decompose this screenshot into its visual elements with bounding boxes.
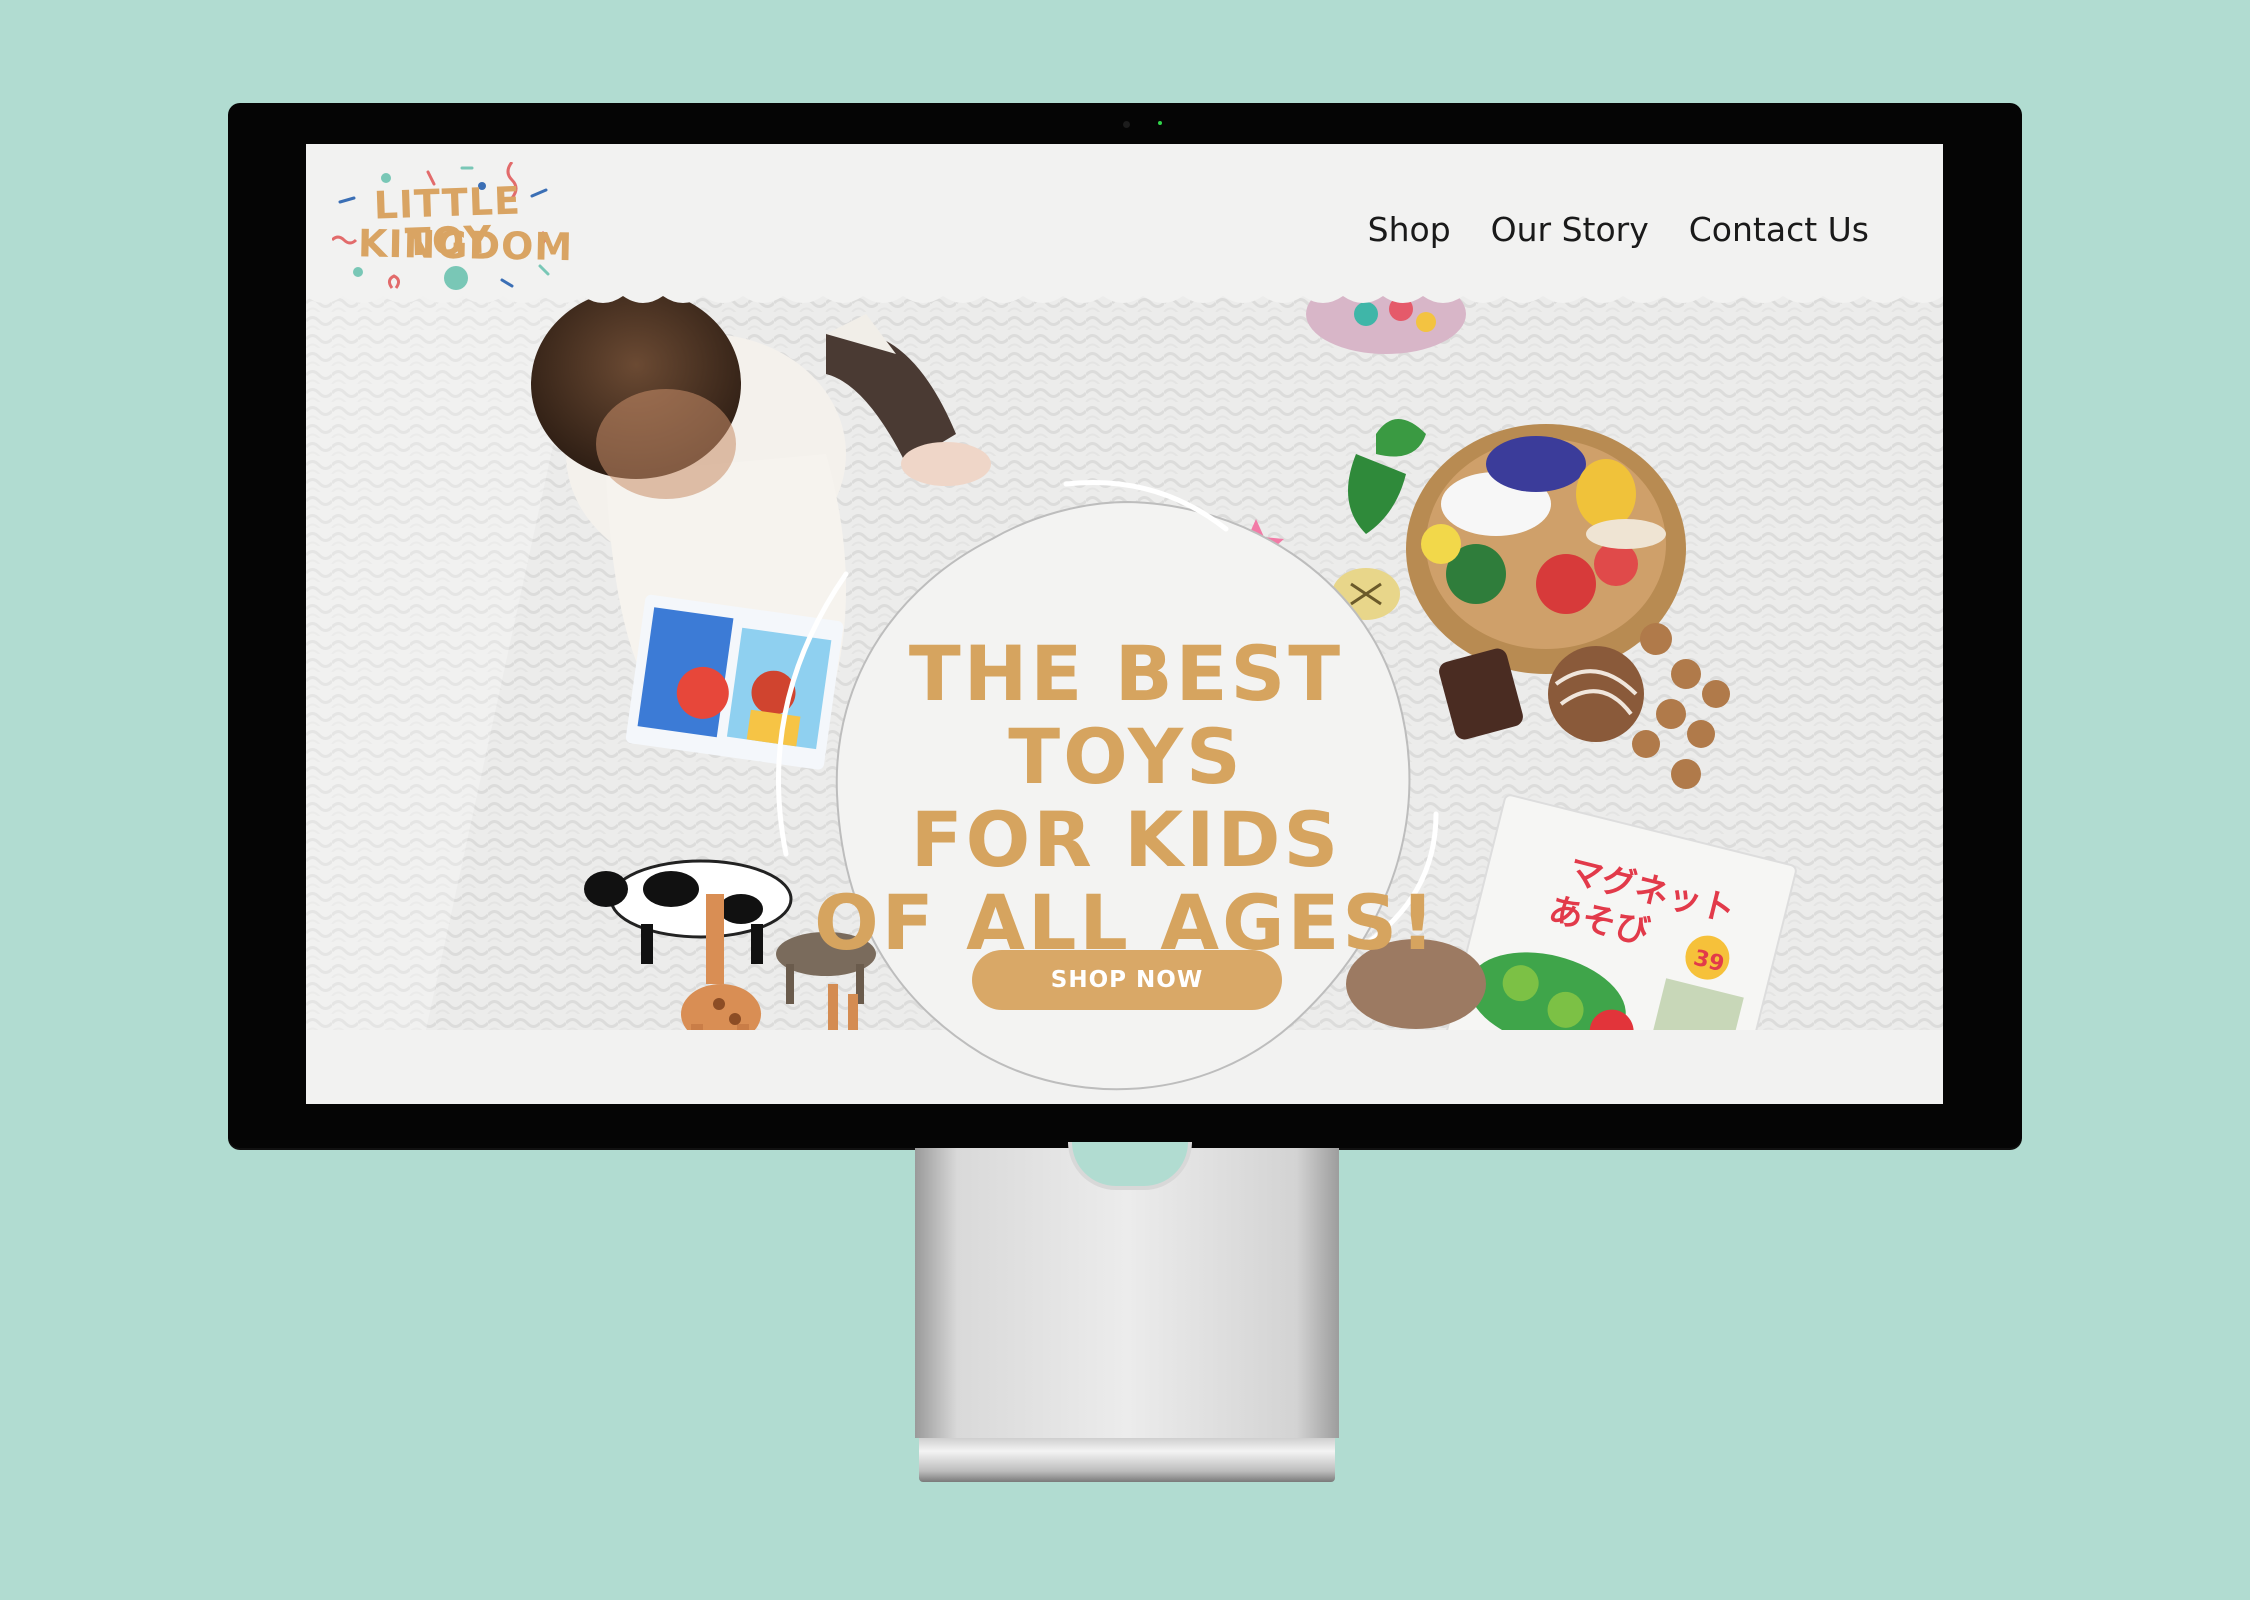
nav-link-shop[interactable]: Shop — [1368, 210, 1451, 249]
hero-headline: THE BEST TOYS FOR KIDS OF ALL AGES! — [792, 632, 1460, 964]
headline-line-1: THE BEST TOYS — [908, 629, 1344, 801]
camera-icon — [1123, 121, 1130, 128]
headline-line-2: FOR KIDS — [910, 795, 1342, 884]
monitor-stand — [915, 1148, 1339, 1438]
camera-indicator-light — [1158, 121, 1162, 125]
nav-link-our-story[interactable]: Our Story — [1491, 210, 1649, 249]
website-screen: マグネット あそび 39 LITTLE TOY KINGDOM Shop Our… — [306, 144, 1943, 1104]
site-logo[interactable]: LITTLE TOY KINGDOM — [332, 162, 574, 296]
main-nav: Shop Our Story Contact Us — [1368, 210, 1869, 249]
logo-text-line2: KINGDOM — [357, 221, 574, 270]
nav-link-contact-us[interactable]: Contact Us — [1689, 210, 1869, 249]
shop-now-button[interactable]: SHOP NOW — [972, 950, 1282, 1010]
site-header: LITTLE TOY KINGDOM Shop Our Story Contac… — [306, 144, 1943, 302]
monitor-stand-base — [919, 1438, 1335, 1482]
